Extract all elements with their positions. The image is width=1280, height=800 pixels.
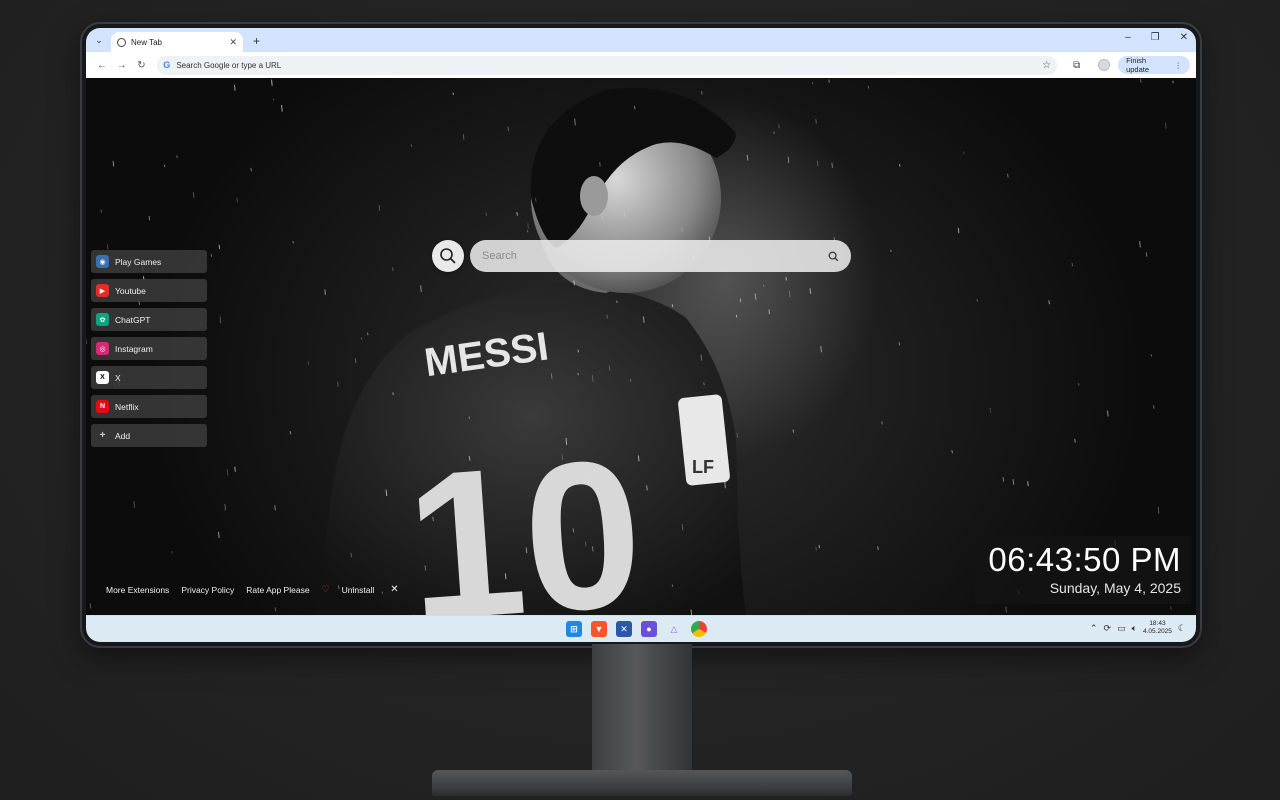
back-icon[interactable]: ←	[92, 60, 112, 71]
bookmark-star-icon[interactable]: ☆	[1042, 60, 1051, 71]
chevron-up-icon[interactable]: ⌃	[1090, 623, 1098, 634]
globe-icon	[117, 37, 126, 47]
netflix-icon: N	[96, 400, 109, 413]
shortcut-youtube[interactable]: ▶ Youtube	[91, 279, 207, 302]
triangle-app-icon[interactable]: △	[666, 621, 682, 637]
close-footer-icon[interactable]: ✕	[390, 584, 398, 595]
restore-icon[interactable]: ❐	[1151, 32, 1160, 43]
shortcut-chatgpt[interactable]: ✿ ChatGPT	[91, 308, 207, 331]
tray-time: 18:43	[1149, 620, 1166, 627]
omnibox-placeholder: Search Google or type a URL	[176, 60, 282, 70]
search-input[interactable]	[482, 250, 828, 262]
monitor-stand-base	[432, 770, 852, 796]
shortcut-label: Youtube	[115, 285, 146, 296]
uninstall-link[interactable]: Uninstall	[342, 585, 375, 595]
reload-icon[interactable]: ↻	[132, 60, 152, 71]
discord-like-icon[interactable]: ●	[641, 621, 657, 637]
more-extensions-link[interactable]: More Extensions	[106, 585, 169, 595]
tab-strip: ⌄ New Tab ✕ + – ❐ ✕	[86, 28, 1196, 52]
privacy-policy-link[interactable]: Privacy Policy	[181, 585, 234, 595]
tray-date: 4.05.2025	[1143, 628, 1172, 635]
shortcut-x[interactable]: X X	[91, 366, 207, 389]
new-tab-button[interactable]: +	[253, 34, 260, 48]
omnibox[interactable]: G Search Google or type a URL ☆	[157, 55, 1058, 75]
google-icon: G	[163, 60, 171, 70]
search-icon[interactable]	[828, 251, 839, 262]
tray-clock[interactable]: 18:43 4.05.2025	[1143, 620, 1172, 636]
magnifier-icon	[440, 248, 456, 264]
windows-start-icon[interactable]: ⊞	[566, 621, 582, 637]
search-logo-button[interactable]	[432, 240, 464, 272]
finish-update-button[interactable]: Finish update ⋮	[1118, 56, 1190, 74]
window-controls: – ❐ ✕	[1125, 32, 1188, 43]
screen: ⌄ New Tab ✕ + – ❐ ✕ ← → ↻ G Search Googl…	[86, 28, 1196, 642]
plus-icon: +	[99, 430, 106, 441]
shortcut-label: Add	[115, 430, 131, 441]
shortcut-play-games[interactable]: ◉ Play Games	[91, 250, 207, 273]
volume-icon[interactable]: 🔈︎	[1132, 623, 1137, 634]
shortcut-instagram[interactable]: ◎ Instagram	[91, 337, 207, 360]
chrome-icon[interactable]	[691, 621, 707, 637]
kebab-menu-icon: ⋮	[1174, 60, 1182, 70]
monitor: ⌄ New Tab ✕ + – ❐ ✕ ← → ↻ G Search Googl…	[82, 24, 1200, 646]
system-tray: ⌃ ⟳ ▭ 🔈︎ 18:43 4.05.2025 ☾	[1090, 620, 1186, 636]
shortcut-label: Play Games	[115, 256, 162, 267]
shortcut-label: ChatGPT	[115, 314, 151, 325]
finish-update-label: Finish update	[1126, 56, 1150, 74]
clock-date: Sunday, May 4, 2025	[1049, 580, 1181, 596]
sync-icon[interactable]: ⟳	[1104, 623, 1112, 634]
monitor-stand-neck	[592, 644, 692, 780]
brave-icon[interactable]: ▼	[591, 621, 607, 637]
taskbar: ⊞ ▼ ✕ ● △ ⌃ ⟳ ▭ 🔈︎ 18:43 4.05.2025 ☾	[86, 615, 1196, 642]
profile-avatar[interactable]	[1098, 59, 1111, 71]
close-tab-icon[interactable]: ✕	[229, 37, 237, 48]
notifications-icon[interactable]: ☾	[1178, 623, 1186, 634]
shortcut-netflix[interactable]: N Netflix	[91, 395, 207, 418]
youtube-icon: ▶	[96, 284, 109, 297]
browser-toolbar: ← → ↻ G Search Google or type a URL ☆ ⧉ …	[86, 52, 1196, 78]
forward-icon[interactable]: →	[112, 60, 132, 71]
instagram-icon: ◎	[96, 342, 109, 355]
shortcuts-list: ◉ Play Games ▶ Youtube ✿ ChatGPT ◎ Insta…	[91, 250, 207, 447]
clock-time: 06:43:50 PM	[988, 541, 1181, 578]
tab-search-button[interactable]: ⌄	[91, 32, 107, 48]
extensions-icon[interactable]: ⧉	[1073, 60, 1080, 71]
tab-new-tab[interactable]: New Tab ✕	[111, 32, 243, 52]
footer-links: More Extensions Privacy Policy Rate App …	[106, 584, 399, 595]
rain-overlay	[86, 78, 1174, 615]
close-window-icon[interactable]: ✕	[1180, 32, 1188, 43]
shortcut-label: Netflix	[115, 401, 139, 412]
rate-app-link[interactable]: Rate App Please	[246, 585, 309, 595]
tab-title: New Tab	[131, 37, 162, 47]
x-icon: X	[96, 371, 109, 384]
shortcut-label: Instagram	[115, 343, 153, 354]
minimize-icon[interactable]: –	[1125, 32, 1131, 43]
shortcut-label: X	[115, 372, 121, 383]
taskbar-apps: ⊞ ▼ ✕ ● △	[566, 621, 707, 637]
add-shortcut-button[interactable]: + Add	[91, 424, 207, 447]
search-bar	[470, 240, 851, 272]
heart-icon: ♡	[321, 584, 330, 594]
chatgpt-icon: ✿	[96, 313, 109, 326]
app-x-icon[interactable]: ✕	[616, 621, 632, 637]
new-tab-page: MESSI 10 LF Search ◉ Play Games ▶ Youtub…	[86, 78, 1196, 615]
display-icon[interactable]: ▭	[1117, 623, 1126, 634]
games-icon: ◉	[96, 255, 109, 268]
clock-widget: 06:43:50 PM Sunday, May 4, 2025	[975, 536, 1191, 604]
